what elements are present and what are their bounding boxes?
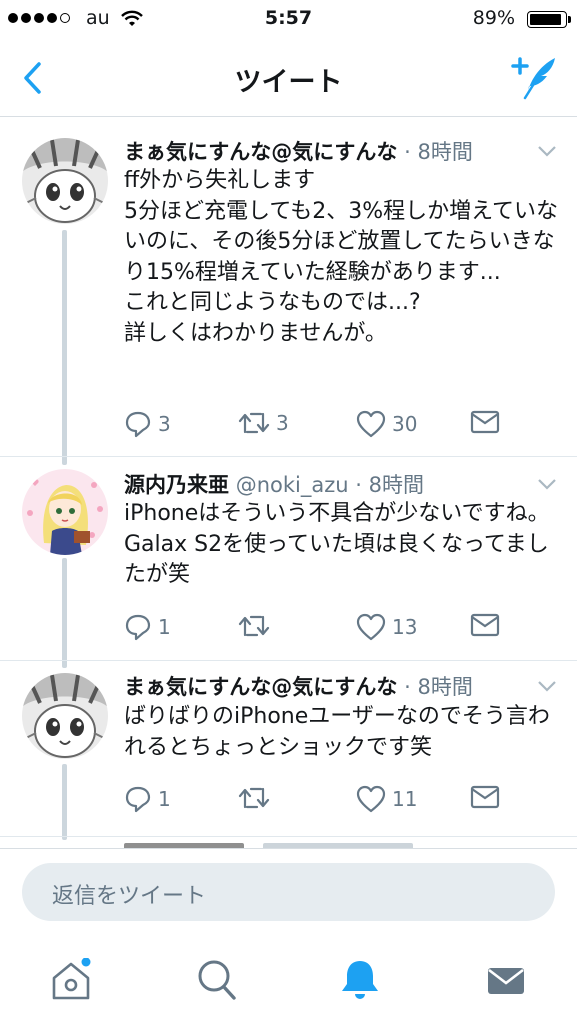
heart-icon — [356, 785, 386, 813]
reply-button[interactable]: 1 — [124, 785, 171, 813]
like-button[interactable]: 13 — [356, 613, 417, 641]
heart-icon — [356, 410, 386, 438]
tweet[interactable]: まぁ気にすんな@気にすんな · 8時間 ff外から失礼します 5分ほど充電しても… — [0, 116, 577, 456]
tab-bar — [0, 940, 577, 1024]
avatar[interactable] — [22, 673, 108, 759]
mail-icon — [470, 613, 500, 637]
search-icon[interactable] — [196, 958, 238, 1002]
retweet-icon — [238, 615, 270, 637]
chevron-down-icon[interactable] — [537, 679, 557, 693]
reply-button[interactable]: 1 — [124, 613, 171, 641]
reply-button[interactable]: 3 — [124, 410, 171, 438]
status-bar: au 5:57 89% — [0, 0, 577, 40]
tweet-time: · 8時間 — [355, 473, 424, 497]
divider — [0, 836, 577, 837]
author-name[interactable]: まぁ気にすんな@気にすんな — [124, 675, 397, 699]
heart-icon — [356, 613, 386, 641]
tweet-actions: 1 11 — [124, 785, 564, 819]
reply-count: 1 — [158, 787, 171, 811]
reply-input[interactable]: 返信をツイート — [22, 863, 555, 921]
retweet-button[interactable] — [238, 613, 276, 639]
compose-tweet-icon[interactable] — [511, 54, 559, 100]
navigation-bar: ツイート — [0, 40, 577, 117]
tweet[interactable]: 源内乃来亜 @noki_azu · 8時間 iPhoneはそういう不具合が少ない… — [0, 457, 577, 660]
chevron-down-icon[interactable] — [537, 477, 557, 491]
reply-bar: 返信をツイート — [0, 848, 577, 941]
tweet-text: iPhoneはそういう不具合が少ないですね。Galax S2を使っていた頃は良く… — [124, 501, 550, 587]
retweet-count: 3 — [276, 411, 289, 435]
notifications-icon[interactable] — [339, 958, 381, 1002]
like-count: 11 — [392, 787, 418, 811]
messages-icon[interactable] — [486, 958, 526, 1002]
author-name[interactable]: 源内乃来亜 — [124, 473, 229, 497]
author-handle[interactable]: @noki_azu — [236, 473, 349, 497]
chevron-down-icon[interactable] — [537, 144, 557, 158]
reply-icon — [125, 411, 151, 438]
retweet-icon — [238, 787, 270, 809]
like-count: 30 — [392, 412, 418, 436]
battery-icon — [527, 11, 571, 28]
tweet-actions: 1 13 — [124, 613, 564, 647]
reply-icon — [125, 786, 151, 813]
share-button[interactable] — [470, 410, 500, 434]
tweet-time: · 8時間 — [404, 675, 473, 699]
home-icon[interactable] — [50, 958, 96, 1002]
like-button[interactable]: 30 — [356, 410, 417, 438]
share-button[interactable] — [470, 785, 500, 809]
reply-icon — [125, 614, 151, 641]
author-name[interactable]: まぁ気にすんな@気にすんな — [124, 140, 397, 164]
avatar[interactable] — [22, 469, 108, 555]
share-button[interactable] — [470, 613, 500, 637]
reply-placeholder: 返信をツイート — [52, 884, 207, 909]
like-button[interactable]: 11 — [356, 785, 417, 813]
mail-icon — [470, 785, 500, 809]
tweet-time: · 8時間 — [404, 140, 473, 164]
retweet-icon — [238, 412, 270, 434]
avatar[interactable] — [22, 138, 108, 224]
tweet[interactable]: まぁ気にすんな@気にすんな · 8時間 ばりばりのiPhoneユーザーなのでそう… — [0, 661, 577, 836]
retweet-button[interactable]: 3 — [238, 410, 289, 436]
page-title: ツイート — [234, 67, 343, 98]
tweet-text: ff外から失礼します 5分ほど充電しても2、3%程しか増えていないのに、その後5… — [124, 168, 559, 346]
tweet-actions: 3 3 30 — [124, 410, 564, 444]
retweet-button[interactable] — [238, 785, 276, 811]
reply-count: 1 — [158, 615, 171, 639]
mail-icon — [470, 410, 500, 434]
tweet-text: ばりばりのiPhoneユーザーなのでそう言われるとちょっとショックです笑 — [124, 704, 550, 760]
reply-count: 3 — [158, 412, 171, 436]
like-count: 13 — [392, 615, 418, 639]
battery-percent: 89% — [472, 7, 515, 29]
